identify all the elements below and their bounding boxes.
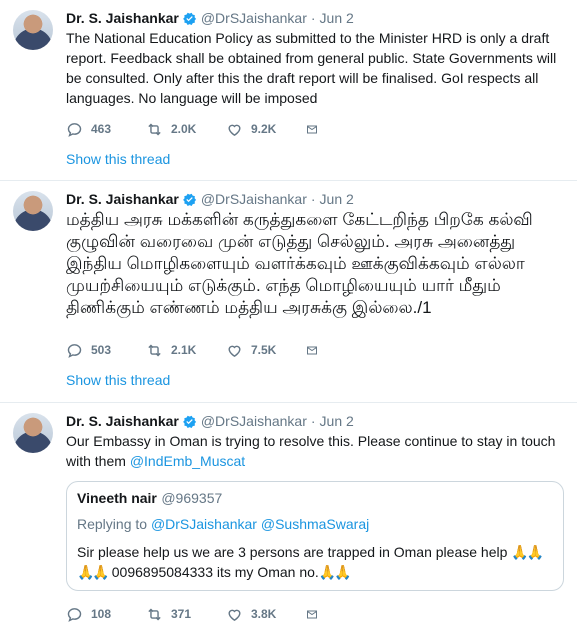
retweet-button[interactable]: 371 — [146, 606, 226, 623]
quote-text-part: Sir please help us we are 3 persons are … — [77, 544, 512, 560]
tweet[interactable]: Dr. S. Jaishankar @DrSJaishankar · Jun 2… — [0, 403, 577, 630]
mention-link[interactable]: @IndEmb_Muscat — [130, 453, 245, 469]
replying-to-mention[interactable]: @DrSJaishankar — [151, 516, 257, 532]
retweet-count: 2.0K — [171, 122, 197, 136]
heart-icon — [228, 609, 241, 621]
retweet-count: 2.1K — [171, 343, 197, 357]
folded-hands-emoji: 🙏🙏 — [77, 564, 110, 580]
like-count: 3.8K — [251, 607, 277, 621]
reply-count: 463 — [91, 122, 112, 136]
quote-text-part: 0096895084333 its my Oman no. — [107, 564, 319, 580]
author-handle[interactable]: @DrSJaishankar — [201, 191, 307, 207]
quoted-tweet[interactable]: Vineeth nair @969357 Replying to @DrSJai… — [66, 481, 564, 591]
verified-icon — [182, 12, 196, 25]
folded-hands-emoji: 🙏🙏 — [511, 544, 544, 560]
like-count: 7.5K — [251, 343, 277, 357]
verified-icon — [182, 415, 196, 428]
like-button[interactable]: 3.8K — [226, 606, 306, 623]
retweet-icon — [148, 344, 161, 356]
tweet-body: Dr. S. Jaishankar @DrSJaishankar · Jun 2… — [66, 411, 567, 471]
reply-button[interactable]: 503 — [66, 342, 146, 359]
quote-text: Sir please help us we are 3 persons are … — [77, 542, 553, 582]
tweet-actions: 463 2.0K 9.2K — [66, 119, 326, 139]
reply-icon — [67, 122, 82, 137]
verified-icon — [182, 193, 196, 206]
tweet-timestamp[interactable]: Jun 2 — [320, 10, 354, 26]
tweet-actions: 503 2.1K 7.5K — [66, 340, 326, 360]
like-button[interactable]: 9.2K — [226, 121, 306, 138]
retweet-icon — [148, 608, 161, 620]
avatar[interactable] — [13, 191, 53, 231]
show-thread-link[interactable]: Show this thread — [66, 151, 170, 167]
envelope-icon — [307, 125, 317, 133]
reply-count: 108 — [91, 607, 112, 621]
tweet-header: Dr. S. Jaishankar @DrSJaishankar · Jun 2 — [66, 411, 567, 431]
heart-icon — [228, 345, 241, 357]
heart-icon — [228, 124, 241, 136]
reply-count: 503 — [91, 343, 112, 357]
quote-header: Vineeth nair @969357 — [77, 490, 553, 508]
retweet-icon — [148, 123, 161, 135]
author-name[interactable]: Dr. S. Jaishankar — [66, 10, 179, 26]
direct-message-button[interactable] — [306, 121, 326, 138]
quote-author-handle: @969357 — [161, 490, 223, 506]
author-name[interactable]: Dr. S. Jaishankar — [66, 191, 179, 207]
separator-dot: · — [310, 191, 316, 207]
avatar[interactable] — [13, 10, 53, 50]
reply-button[interactable]: 108 — [66, 606, 146, 623]
tweet-body: Dr. S. Jaishankar @DrSJaishankar · Jun 2… — [66, 8, 567, 108]
replying-to-label: Replying to — [77, 516, 151, 532]
tweet-header: Dr. S. Jaishankar @DrSJaishankar · Jun 2 — [66, 189, 567, 209]
retweet-button[interactable]: 2.0K — [146, 121, 226, 138]
quote-author-name: Vineeth nair — [77, 490, 157, 506]
reply-icon — [67, 343, 82, 358]
retweet-count: 371 — [171, 607, 192, 621]
tweet-header: Dr. S. Jaishankar @DrSJaishankar · Jun 2 — [66, 8, 567, 28]
author-handle[interactable]: @DrSJaishankar — [201, 10, 307, 26]
tweet-actions: 108 371 3.8K — [66, 604, 326, 624]
avatar[interactable] — [13, 413, 53, 453]
author-handle[interactable]: @DrSJaishankar — [201, 413, 307, 429]
direct-message-button[interactable] — [306, 606, 326, 623]
direct-message-button[interactable] — [306, 342, 326, 359]
tweet-timeline: Dr. S. Jaishankar @DrSJaishankar · Jun 2… — [0, 0, 577, 630]
separator-dot: · — [310, 10, 316, 26]
like-count: 9.2K — [251, 122, 277, 136]
tweet[interactable]: Dr. S. Jaishankar @DrSJaishankar · Jun 2… — [0, 0, 577, 181]
tweet-text: மத்திய அரசு மக்களின் கருத்துகளை கேட்டறிந… — [66, 210, 533, 317]
replying-to-mention[interactable]: @SushmaSwaraj — [261, 516, 369, 532]
retweet-button[interactable]: 2.1K — [146, 342, 226, 359]
separator-dot: · — [310, 413, 316, 429]
tweet-timestamp[interactable]: Jun 2 — [320, 413, 354, 429]
envelope-icon — [307, 346, 317, 354]
tweet[interactable]: Dr. S. Jaishankar @DrSJaishankar · Jun 2… — [0, 181, 577, 403]
tweet-text: Our Embassy in Oman is trying to resolve… — [66, 431, 567, 471]
reply-button[interactable]: 463 — [66, 121, 146, 138]
reply-icon — [67, 607, 82, 622]
author-name[interactable]: Dr. S. Jaishankar — [66, 413, 179, 429]
envelope-icon — [307, 610, 317, 618]
show-thread-link[interactable]: Show this thread — [66, 372, 170, 388]
folded-hands-emoji: 🙏🙏 — [318, 564, 352, 580]
replying-to: Replying to @DrSJaishankar @SushmaSwaraj — [77, 516, 553, 532]
tweet-text: The National Education Policy as submitt… — [66, 30, 557, 106]
like-button[interactable]: 7.5K — [226, 342, 306, 359]
tweet-timestamp[interactable]: Jun 2 — [320, 191, 354, 207]
tweet-body: Dr. S. Jaishankar @DrSJaishankar · Jun 2… — [66, 189, 567, 319]
